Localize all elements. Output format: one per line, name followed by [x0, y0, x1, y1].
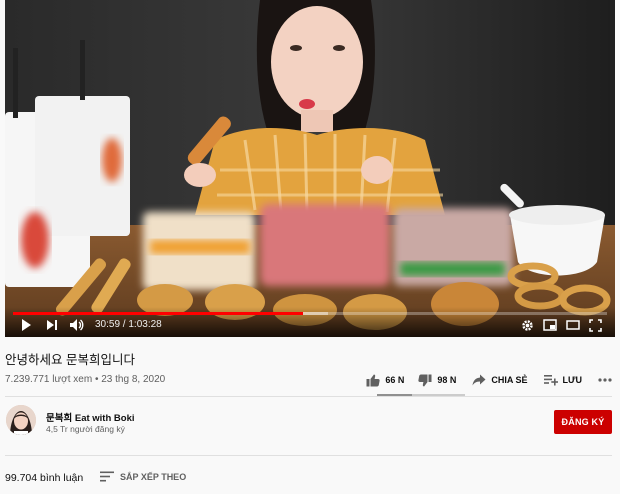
channel-avatar[interactable]: [6, 405, 36, 435]
settings-button[interactable]: [521, 316, 534, 334]
like-count: 66 N: [385, 375, 405, 385]
divider: [5, 455, 612, 456]
channel-name[interactable]: 문복희 Eat with Boki: [46, 410, 135, 424]
miniplayer-icon: [543, 319, 557, 331]
gear-icon: [522, 319, 533, 331]
video-frame[interactable]: [5, 0, 615, 337]
more-actions-button[interactable]: [598, 373, 612, 387]
sort-icon: [100, 471, 114, 482]
theater-mode-button[interactable]: [566, 316, 580, 334]
subscriber-count: 4,5 Tr người đăng ký: [46, 424, 125, 434]
progress-fill: [13, 312, 303, 315]
video-actions: 66 N 98 N CHIA SẺ LƯU: [366, 373, 612, 387]
like-button[interactable]: 66 N: [366, 373, 404, 387]
theater-mode-icon: [566, 320, 580, 330]
comments-count: 99.704 bình luận: [5, 472, 84, 484]
dislike-button[interactable]: 98 N: [418, 373, 456, 387]
playlist-add-icon: [543, 375, 558, 386]
fullscreen-button[interactable]: [589, 316, 602, 334]
share-button[interactable]: CHIA SẺ: [472, 373, 528, 387]
save-button[interactable]: LƯU: [543, 373, 582, 387]
save-label: LƯU: [562, 375, 582, 385]
next-button[interactable]: [45, 316, 59, 334]
sort-label: SẮP XẾP THEO: [120, 471, 187, 482]
play-button[interactable]: [19, 316, 33, 334]
subscribe-button[interactable]: ĐĂNG KÝ: [554, 410, 612, 434]
meta-dot: •: [92, 374, 102, 385]
progress-bar[interactable]: [13, 312, 607, 315]
video-meta: 7.239.771 lượt xem • 23 thg 8, 2020: [5, 374, 165, 385]
watch-page: 30:59 / 1:03:28 안녕하세요 문복희입니다 7.239.771 l…: [0, 0, 620, 494]
share-icon: [472, 374, 486, 386]
thumbs-down-icon: [418, 374, 432, 386]
thumbs-up-icon: [366, 374, 380, 386]
current-time: 30:59: [95, 319, 121, 330]
skip-next-icon: [47, 320, 57, 330]
upload-date: 23 thg 8, 2020: [101, 374, 166, 385]
more-horiz-icon: [598, 378, 612, 382]
sort-button[interactable]: SẮP XẾP THEO: [100, 471, 186, 482]
volume-button[interactable]: [69, 316, 84, 334]
dislike-count: 98 N: [437, 375, 457, 385]
volume-icon: [70, 319, 84, 331]
time-display: 30:59 / 1:03:28: [95, 319, 162, 330]
miniplayer-button[interactable]: [543, 316, 557, 334]
view-count: 7.239.771 lượt xem: [5, 374, 93, 385]
share-label: CHIA SẺ: [491, 375, 528, 385]
fullscreen-icon: [589, 318, 602, 332]
play-icon: [22, 319, 31, 331]
video-player[interactable]: 30:59 / 1:03:28: [5, 0, 615, 337]
avatar-image: [6, 405, 36, 435]
duration: 1:03:28: [128, 319, 162, 330]
divider: [5, 396, 612, 397]
video-title: 안녕하세요 문복희입니다: [5, 353, 135, 367]
